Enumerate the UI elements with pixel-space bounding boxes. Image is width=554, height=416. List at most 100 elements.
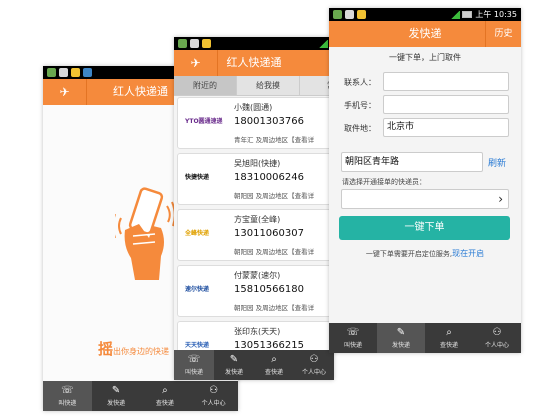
courier-card[interactable]: YTO圆通速递 小魏(圆通) 18001303766 青年汇 及周边地区【查看详 [177,97,334,149]
tab-track-package[interactable]: ⌕ 查快递 [141,381,190,411]
enable-location-link[interactable]: 现在开启 [452,249,484,258]
slogan-highlight: 摇 [98,340,114,358]
tab-label: 查快递 [439,342,458,349]
tab-call-courier[interactable]: ☏ 叫快递 [329,323,377,353]
app-header: 发快递 历史 [329,21,521,47]
courier-name: 付蒙蒙(速尔) [234,271,281,280]
logo-icon[interactable]: ✈ [174,50,218,76]
courier-area: 朝阳园 及周边地区【查看详 [234,192,315,200]
search-icon: ⌕ [446,327,452,338]
courier-name: 方宝童(全峰) [234,215,281,224]
person-icon: ⚇ [209,385,219,396]
tab-label: 叫快递 [58,400,77,407]
courier-logo: 全峰快递 [185,230,210,237]
tab-label: 发快递 [391,342,410,349]
search-icon: ⌕ [271,354,277,365]
phone-icon: ☏ [187,354,201,365]
status-bar [174,37,334,50]
edit-icon: ✎ [229,354,239,365]
battery-icon [462,11,473,18]
logo-icon[interactable]: ✈ [43,79,87,105]
shake-slogan: 摇出你身边的快递 [98,338,169,359]
notification-icon [59,68,68,77]
form-subtitle: 一键下单，上门取件 [389,53,461,62]
pickup-label: 取件地： [344,124,376,133]
screenshot-collage: 红人快递通 ✈ 摇出你身边的快递 ☏ 叫快递 ✎ 发快递 ⌕ 查快递 ⚇ 个人中心 [0,0,554,416]
courier-logo: 快捷快递 [185,174,210,181]
signal-icon [450,10,461,19]
courier-selector[interactable]: › [341,189,509,209]
tab-label: 个人中心 [301,369,326,376]
notification-icon [71,68,80,77]
notification-icon [202,39,211,48]
app-header: 红人快递通 ✈ [174,50,334,76]
bottom-tab-bar: ☏ 叫快递 ✎ 发快递 ⌕ 查快递 ⚇ 个人中心 [43,381,238,411]
edit-icon: ✎ [111,385,121,396]
tab-call-courier[interactable]: ☏ 叫快递 [43,381,92,411]
city-field[interactable]: 北京市 [383,118,509,137]
courier-name: 吴旭阳(快捷) [234,159,281,168]
tab-profile[interactable]: ⚇ 个人中心 [473,323,521,353]
address-field[interactable]: 朝阳区青年路 [341,152,483,172]
chevron-right-icon: › [498,192,503,206]
phone-icon: ☏ [346,327,360,338]
location-notice: 一键下单需要开启定位服务,现在开启 [329,248,521,259]
contact-field[interactable] [383,72,509,91]
tab-profile[interactable]: ⚇ 个人中心 [189,381,238,411]
tab-for-me[interactable]: 给我摸 [237,76,300,95]
courier-phone: 18310006246 [234,172,304,183]
filter-tabs: 附近的 给我摸 常 [174,76,334,96]
tab-label: 个人中心 [484,342,509,349]
tab-label: 发快递 [224,369,243,376]
courier-card[interactable]: 全峰快递 方宝童(全峰) 13011060307 朝阳园 及周边地区【查看详 [177,209,334,261]
notification-icon [190,39,199,48]
notice-text: 一键下单需要开启定位服务, [365,250,453,258]
tab-label: 发快递 [107,400,126,407]
courier-logo: 速尔快递 [185,286,210,293]
notification-icon [83,68,92,77]
history-button[interactable]: 历史 [485,21,521,47]
courier-area: 青年汇 及周边地区【查看详 [234,136,315,144]
courier-name: 小魏(圆通) [234,103,273,112]
person-icon: ⚇ [309,354,319,365]
courier-phone: 15810566180 [234,284,304,295]
edit-icon: ✎ [396,327,406,338]
phone-label: 手机号： [344,101,376,110]
tab-label: 查快递 [264,369,283,376]
tab-track-package[interactable]: ⌕ 查快递 [425,323,473,353]
phone-field[interactable] [383,95,509,114]
notification-icon [178,39,187,48]
tab-label: 叫快递 [343,342,362,349]
slogan-text: 出你身边的快递 [113,347,170,356]
tab-track-package[interactable]: ⌕ 查快递 [254,350,294,380]
courier-phone: 13011060307 [234,228,304,239]
one-click-order-button[interactable]: 一键下单 [339,216,510,240]
courier-phone: 18001303766 [234,116,304,127]
tab-label: 查快递 [155,400,174,407]
tab-nearby[interactable]: 附近的 [174,76,237,95]
tab-call-courier[interactable]: ☏ 叫快递 [174,350,214,380]
courier-card[interactable]: 速尔快递 付蒙蒙(速尔) 15810566180 朝阳园 及周边地区【查看详 [177,265,334,317]
notification-icon [345,10,354,19]
tab-send-package[interactable]: ✎ 发快递 [214,350,254,380]
notification-icon [333,10,342,19]
courier-select-hint: 请选择开通接单的快递员： [342,178,426,186]
courier-name: 张印东(天天) [234,327,281,336]
refresh-link[interactable]: 刷新 [488,156,506,169]
tab-profile[interactable]: ⚇ 个人中心 [294,350,334,380]
contact-label: 联系人： [344,78,376,87]
status-time: 上午 10:35 [475,10,517,19]
courier-card[interactable]: 快捷快递 吴旭阳(快捷) 18310006246 朝阳园 及周边地区【查看详 [177,153,334,205]
bottom-tab-bar: ☏ 叫快递 ✎ 发快递 ⌕ 查快递 ⚇ 个人中心 [174,350,334,380]
courier-logo: YTO圆通速递 [185,118,223,125]
courier-area: 朝阳园 及周边地区【查看详 [234,248,315,256]
tab-send-package[interactable]: ✎ 发快递 [92,381,141,411]
shake-phone-illustration-icon [115,187,175,280]
courier-area: 朝阳园 及周边地区【查看详 [234,304,315,312]
tab-send-package[interactable]: ✎ 发快递 [377,323,425,353]
status-bar: 上午 10:35 [329,8,521,21]
person-icon: ⚇ [492,327,502,338]
phone-send-package-screen: 上午 10:35 发快递 历史 一键下单，上门取件 联系人： 手机号： 取件地：… [329,8,521,353]
phone-icon: ☏ [61,385,74,396]
notification-icon [357,10,366,19]
